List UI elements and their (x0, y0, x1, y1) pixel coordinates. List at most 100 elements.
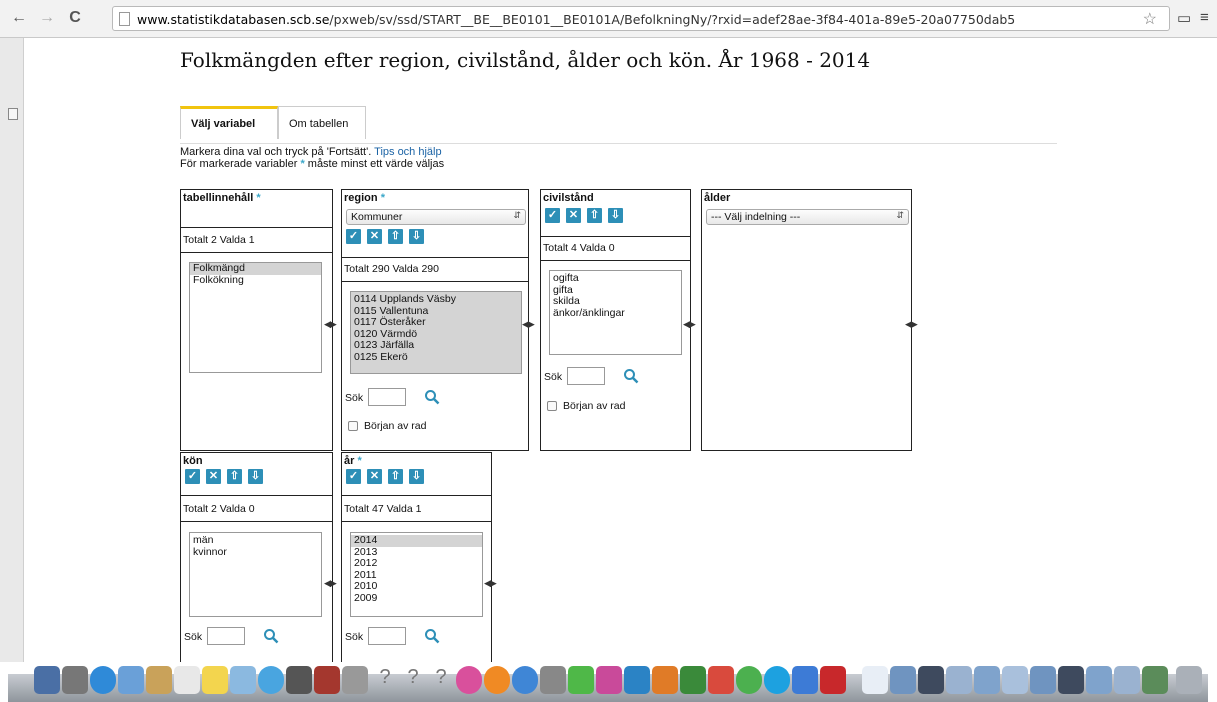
trash-icon[interactable] (1176, 666, 1202, 694)
cast-icon[interactable]: ▭ (1177, 9, 1191, 27)
bookmark-star-icon[interactable]: ☆ (1143, 9, 1157, 29)
list-item[interactable]: 0123 Järfälla (351, 339, 521, 352)
notes-icon[interactable] (146, 666, 172, 694)
acrobat-icon[interactable] (820, 666, 846, 694)
deselect-all-icon[interactable]: ✕ (566, 208, 581, 223)
resize-handle-icon[interactable]: ◀▶ (683, 319, 696, 330)
calendar-icon[interactable] (174, 666, 200, 694)
gutter-handle[interactable] (8, 108, 18, 120)
value-listbox[interactable]: Folkmängd Folkökning (189, 262, 322, 373)
back-button[interactable]: ← (10, 9, 28, 27)
spotify-icon[interactable] (736, 666, 762, 694)
search-input[interactable] (207, 627, 245, 645)
select-all-icon[interactable]: ✓ (185, 469, 200, 484)
search-icon[interactable] (424, 628, 440, 644)
resize-handle-icon[interactable]: ◀▶ (324, 319, 337, 330)
select-all-icon[interactable]: ✓ (346, 229, 361, 244)
powerpoint-icon[interactable] (652, 666, 678, 694)
document-icon[interactable] (1114, 666, 1140, 694)
resize-handle-icon[interactable]: ◀▶ (324, 578, 337, 589)
document-icon[interactable] (1086, 666, 1112, 694)
photobooth-icon[interactable] (314, 666, 340, 694)
sort-down-icon[interactable]: ⇩ (248, 469, 263, 484)
resize-handle-icon[interactable]: ◀▶ (522, 319, 535, 330)
list-item[interactable]: Folkmängd (190, 263, 321, 275)
list-item[interactable]: Folkökning (190, 274, 321, 287)
list-item[interactable]: ogifta (550, 272, 681, 285)
app-icon[interactable] (708, 666, 734, 694)
app-icon[interactable] (792, 666, 818, 694)
tips-link[interactable]: Tips och hjälp (374, 146, 441, 158)
list-item[interactable]: 0117 Österåker (351, 316, 521, 329)
list-item[interactable]: 2014 (351, 534, 482, 547)
finder-icon[interactable] (34, 666, 60, 694)
deselect-all-icon[interactable]: ✕ (206, 469, 221, 484)
excel-icon[interactable] (680, 666, 706, 694)
document-icon[interactable] (1142, 666, 1168, 694)
app-store-icon[interactable] (512, 666, 538, 694)
document-icon[interactable] (918, 666, 944, 694)
document-icon[interactable] (862, 666, 888, 694)
sort-down-icon[interactable]: ⇩ (409, 229, 424, 244)
resize-handle-icon[interactable]: ◀▶ (905, 319, 918, 330)
document-icon[interactable] (1058, 666, 1084, 694)
reload-button[interactable]: C (66, 9, 84, 27)
address-bar[interactable]: www.statistikdatabasen.scb.se/pxweb/sv/s… (112, 6, 1170, 31)
search-icon[interactable] (424, 389, 440, 405)
document-icon[interactable] (1030, 666, 1056, 694)
deselect-all-icon[interactable]: ✕ (367, 229, 382, 244)
preview-icon[interactable] (118, 666, 144, 694)
list-item[interactable]: 0114 Upplands Väsby (351, 293, 521, 306)
sort-up-icon[interactable]: ⇧ (227, 469, 242, 484)
select-all-icon[interactable]: ✓ (346, 469, 361, 484)
unknown-app-icon[interactable]: ? (372, 666, 398, 694)
stickies-icon[interactable] (202, 666, 228, 694)
messages-icon[interactable] (258, 666, 284, 694)
list-item[interactable]: 2009 (351, 592, 482, 605)
ibooks-icon[interactable] (484, 666, 510, 694)
sort-up-icon[interactable]: ⇧ (388, 229, 403, 244)
resize-handle-icon[interactable]: ◀▶ (484, 578, 497, 589)
value-listbox[interactable]: 0114 Upplands Väsby 0115 Vallentuna 0117… (350, 291, 522, 374)
tab-om-tabellen[interactable]: Om tabellen (278, 106, 366, 139)
itunes-icon[interactable] (456, 666, 482, 694)
list-item[interactable]: 2012 (351, 557, 482, 570)
list-item[interactable]: 2010 (351, 580, 482, 593)
borjan-av-rad-checkbox[interactable] (348, 421, 358, 431)
document-icon[interactable] (946, 666, 972, 694)
unknown-app-icon[interactable]: ? (428, 666, 454, 694)
sort-down-icon[interactable]: ⇩ (409, 469, 424, 484)
photos-icon[interactable] (230, 666, 256, 694)
search-icon[interactable] (263, 628, 279, 644)
search-input[interactable] (368, 388, 406, 406)
sort-down-icon[interactable]: ⇩ (608, 208, 623, 223)
app-icon[interactable] (596, 666, 622, 694)
list-item[interactable]: män (190, 534, 321, 547)
value-listbox[interactable]: 2014 2013 2012 2011 2010 2009 (350, 532, 483, 617)
list-item[interactable]: kvinnor (190, 546, 321, 559)
list-item[interactable]: 0125 Ekerö (351, 351, 521, 364)
value-listbox[interactable]: ogifta gifta skilda änkor/änklingar (549, 270, 682, 355)
system-prefs-icon[interactable] (342, 666, 368, 694)
deselect-all-icon[interactable]: ✕ (367, 469, 382, 484)
utility-icon[interactable] (540, 666, 566, 694)
borjan-av-rad-checkbox[interactable] (547, 401, 557, 411)
app-icon[interactable] (568, 666, 594, 694)
select-all-icon[interactable]: ✓ (545, 208, 560, 223)
word-icon[interactable] (624, 666, 650, 694)
sort-up-icon[interactable]: ⇧ (587, 208, 602, 223)
unknown-app-icon[interactable]: ? (400, 666, 426, 694)
list-item[interactable]: skilda (550, 295, 681, 308)
document-icon[interactable] (974, 666, 1000, 694)
document-icon[interactable] (1002, 666, 1028, 694)
forward-button[interactable]: → (38, 9, 56, 27)
search-icon[interactable] (623, 368, 639, 384)
alder-grouping-select[interactable]: --- Välj indelning --- ⇵ (706, 209, 909, 225)
list-item[interactable]: änkor/änklingar (550, 307, 681, 320)
skype-icon[interactable] (764, 666, 790, 694)
safari-icon[interactable] (90, 666, 116, 694)
tab-valj-variabel[interactable]: Välj variabel (180, 106, 278, 139)
region-grouping-select[interactable]: Kommuner ⇵ (346, 209, 526, 225)
facetime-icon[interactable] (286, 666, 312, 694)
search-input[interactable] (368, 627, 406, 645)
